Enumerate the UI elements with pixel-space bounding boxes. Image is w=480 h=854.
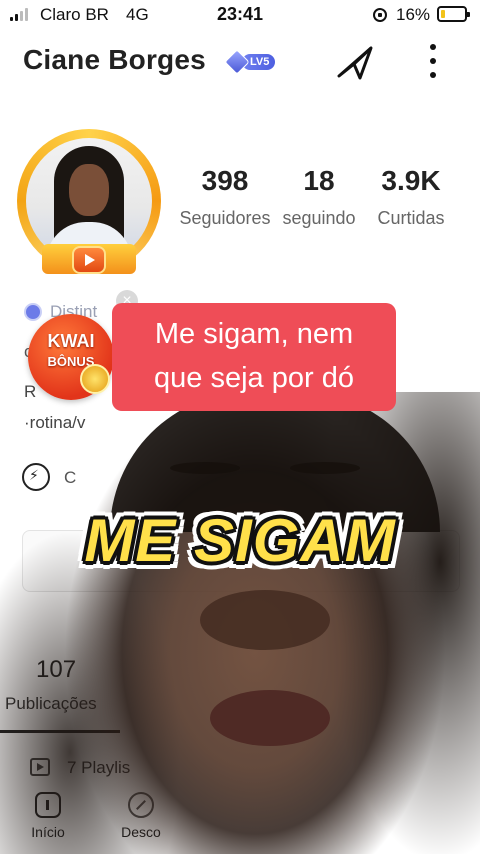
followers-label: Seguidores <box>179 208 271 228</box>
more-options-button[interactable] <box>420 42 446 82</box>
tab-publications[interactable]: Publicações <box>5 694 97 714</box>
coins-icon <box>80 364 110 394</box>
kwai-bonus-button[interactable]: KWAI BÔNUS <box>28 314 114 400</box>
battery-icon <box>437 6 470 22</box>
video-big-caption: ME SIGAM <box>84 507 396 574</box>
followers-count: 398 <box>201 165 249 196</box>
stat-followers[interactable]: 398 Seguidores <box>170 166 280 229</box>
share-button[interactable] <box>333 40 377 84</box>
playlists-link[interactable]: 7 Playlis <box>67 758 130 778</box>
bolt-row-label[interactable]: C <box>64 468 76 488</box>
playlist-icon <box>30 758 50 776</box>
nav-discover-label: Desco <box>121 824 161 840</box>
active-tab-indicator <box>0 730 120 733</box>
stat-following[interactable]: 18 seguindo <box>276 166 362 229</box>
video-person-nose <box>200 590 330 650</box>
likes-label: Curtidas <box>377 208 445 228</box>
home-icon <box>35 792 61 818</box>
discover-icon <box>128 792 154 818</box>
avatar[interactable] <box>14 126 164 276</box>
publications-count: 107 <box>36 656 77 683</box>
kwai-bonus-title: KWAI <box>47 331 95 351</box>
nav-discover[interactable]: Desco <box>106 792 176 840</box>
bolt-icon <box>22 463 50 491</box>
distinction-icon <box>24 303 42 321</box>
following-count: 18 <box>303 165 335 196</box>
likes-count: 3.9K <box>381 165 441 196</box>
share-arrow-icon <box>337 46 373 80</box>
battery-percent: 16% <box>396 5 431 24</box>
orientation-lock-icon <box>373 8 387 22</box>
play-icon <box>72 246 106 274</box>
status-bar: Claro BR 4G 23:41 16% <box>0 0 480 30</box>
bio-line: ·rotina/v <box>24 413 86 432</box>
video-caption-line: Me sigam, nem <box>154 318 354 350</box>
level-gem-icon <box>224 49 250 75</box>
video-caption-box: Me sigam, nem que seja por dó <box>112 303 396 411</box>
following-label: seguindo <box>282 208 356 228</box>
level-badge: LV5 <box>224 49 276 75</box>
nav-home[interactable]: Início <box>13 792 83 840</box>
video-person-mouth <box>210 690 330 746</box>
profile-name: Ciane Borges <box>23 44 206 75</box>
stat-likes[interactable]: 3.9K Curtidas <box>366 166 456 229</box>
bio-line: R <box>24 382 37 401</box>
video-caption-line: que seja por dó <box>154 362 354 394</box>
nav-home-label: Início <box>31 824 65 840</box>
